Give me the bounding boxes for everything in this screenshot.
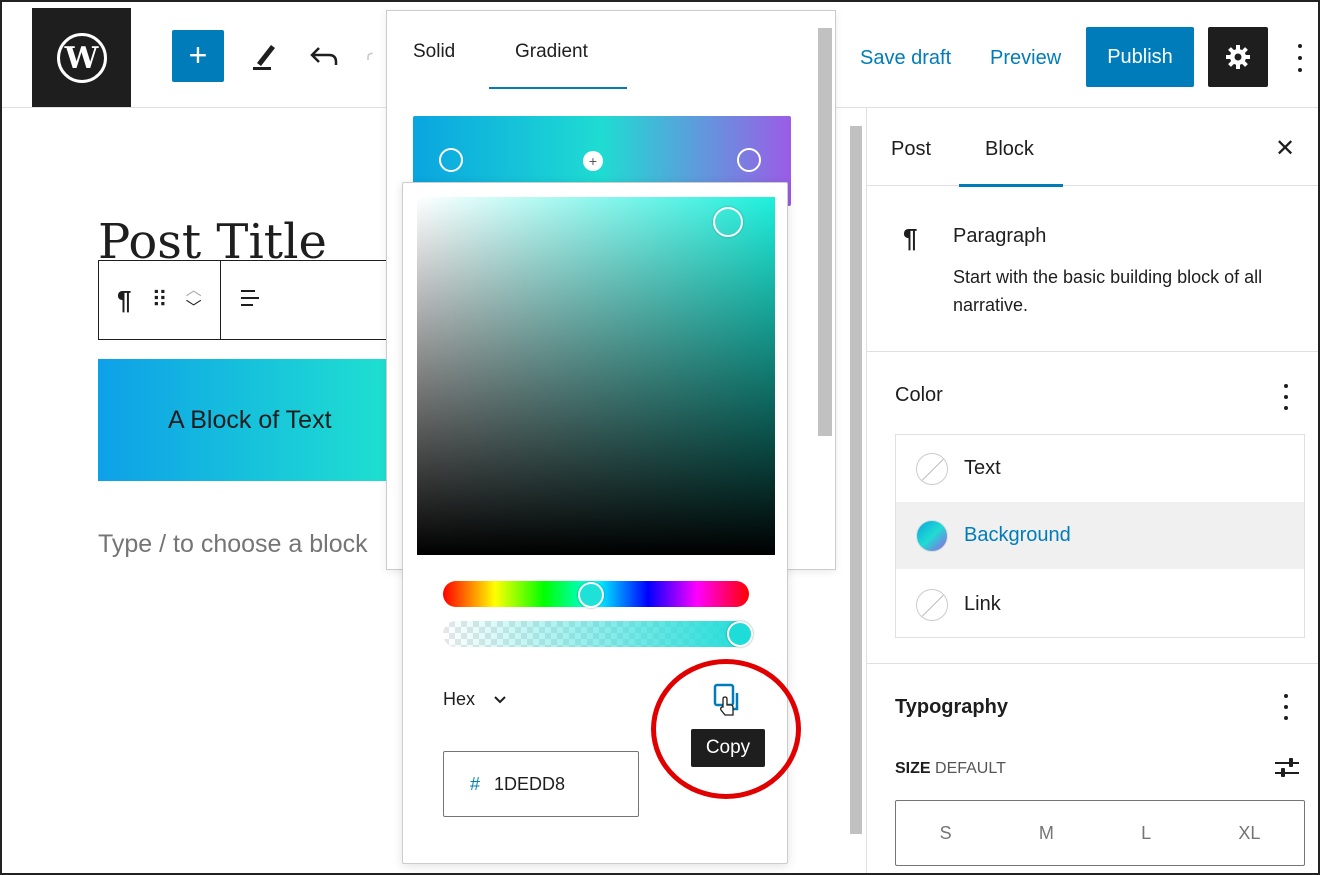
add-stop-icon[interactable]: + — [583, 151, 603, 171]
hex-prefix: # — [470, 773, 481, 794]
size-option-xl[interactable]: XL — [1238, 823, 1260, 844]
gear-icon — [1226, 45, 1250, 69]
undo-icon[interactable] — [306, 38, 342, 74]
color-format-select[interactable]: Hex — [443, 689, 507, 710]
block-placeholder[interactable]: Type / to choose a block — [98, 530, 388, 559]
tab-block[interactable]: Block — [985, 138, 1034, 161]
color-item-link[interactable]: Link — [896, 571, 1304, 638]
add-block-button[interactable]: + — [172, 30, 224, 82]
hex-value: 1DEDD8 — [494, 773, 566, 794]
color-item-label: Background — [964, 524, 1071, 546]
popover-scrollbar[interactable] — [818, 28, 832, 436]
block-type-group: ¶ ⠿ ︿ ﹀ — [99, 261, 221, 339]
preview-button[interactable]: Preview — [990, 47, 1061, 70]
post-title[interactable]: Post Title — [98, 214, 398, 264]
edit-pencil-icon[interactable] — [246, 38, 282, 74]
highlight-ring — [651, 659, 801, 799]
close-icon[interactable]: ✕ — [1275, 134, 1295, 163]
alpha-handle[interactable] — [727, 621, 753, 647]
drag-handle-icon[interactable]: ⠿ — [151, 287, 167, 313]
color-item-label: Link — [964, 593, 1001, 615]
no-color-swatch-icon — [916, 588, 948, 621]
gradient-text-block[interactable]: A Block of Text — [98, 359, 390, 481]
size-option-l[interactable]: L — [1141, 823, 1151, 844]
move-up-down-icon[interactable]: ︿ ﹀ — [186, 282, 202, 318]
tab-gradient[interactable]: Gradient — [515, 41, 588, 63]
color-panel: Color Text Background Link — [867, 352, 1320, 664]
gradient-swatch-icon — [916, 519, 948, 552]
tab-solid[interactable]: Solid — [413, 41, 455, 63]
color-panel-title: Color — [895, 384, 943, 406]
more-options-icon[interactable] — [1290, 40, 1310, 76]
size-label: SIZE — [895, 760, 931, 777]
font-size-picker: S M L XL — [895, 800, 1305, 866]
custom-size-icon[interactable] — [1273, 756, 1301, 785]
publish-button[interactable]: Publish — [1086, 27, 1194, 87]
settings-sidebar: Post Block ✕ ¶ Paragraph Start with the … — [866, 108, 1320, 875]
align-left-icon[interactable] — [239, 285, 261, 316]
wordpress-logo[interactable]: W — [32, 8, 131, 108]
active-tab-indicator — [489, 87, 627, 89]
gradient-stop-start[interactable] — [439, 148, 463, 172]
color-item-text[interactable]: Text — [896, 435, 1304, 502]
sidebar-tabs: Post Block ✕ — [867, 108, 1320, 187]
color-list: Text Background Link — [895, 434, 1305, 638]
size-option-m[interactable]: M — [1039, 823, 1054, 844]
color-format-label: Hex — [443, 689, 476, 709]
color-picker-popover: Hex Copy # 1DEDD8 — [402, 182, 801, 864]
paragraph-icon[interactable]: ¶ — [117, 285, 131, 316]
paragraph-icon: ¶ — [903, 223, 918, 253]
saturation-value-area[interactable] — [417, 197, 775, 555]
no-color-swatch-icon — [916, 452, 948, 485]
size-option-s[interactable]: S — [940, 823, 952, 844]
hex-input[interactable]: # 1DEDD8 — [443, 751, 639, 817]
gradient-stop-end[interactable] — [737, 148, 761, 172]
block-card: ¶ Paragraph Start with the basic buildin… — [867, 187, 1320, 352]
wordpress-icon: W — [56, 33, 107, 83]
redo-icon[interactable] — [364, 38, 384, 74]
color-options-icon[interactable] — [1281, 384, 1291, 410]
typography-options-icon[interactable] — [1281, 694, 1291, 720]
typography-panel-title: Typography — [895, 696, 1008, 718]
saturation-handle[interactable] — [713, 207, 743, 237]
color-item-label: Text — [964, 457, 1001, 479]
block-toolbar: ¶ ⠿ ︿ ﹀ — [98, 260, 390, 340]
size-value: DEFAULT — [935, 760, 1006, 777]
size-label-row: SIZE DEFAULT — [895, 760, 1006, 778]
hue-handle[interactable] — [578, 582, 604, 608]
block-name: Paragraph — [953, 225, 1047, 247]
settings-button[interactable] — [1208, 27, 1268, 87]
chevron-down-icon — [494, 695, 506, 703]
color-item-background[interactable]: Background — [896, 502, 1304, 569]
align-group — [221, 261, 279, 339]
block-description: Start with the basic building block of a… — [953, 267, 1263, 315]
tab-post[interactable]: Post — [891, 138, 931, 161]
alpha-slider[interactable] — [443, 621, 753, 647]
save-draft-button[interactable]: Save draft — [860, 47, 951, 70]
sidebar-scrollbar[interactable] — [850, 126, 862, 834]
